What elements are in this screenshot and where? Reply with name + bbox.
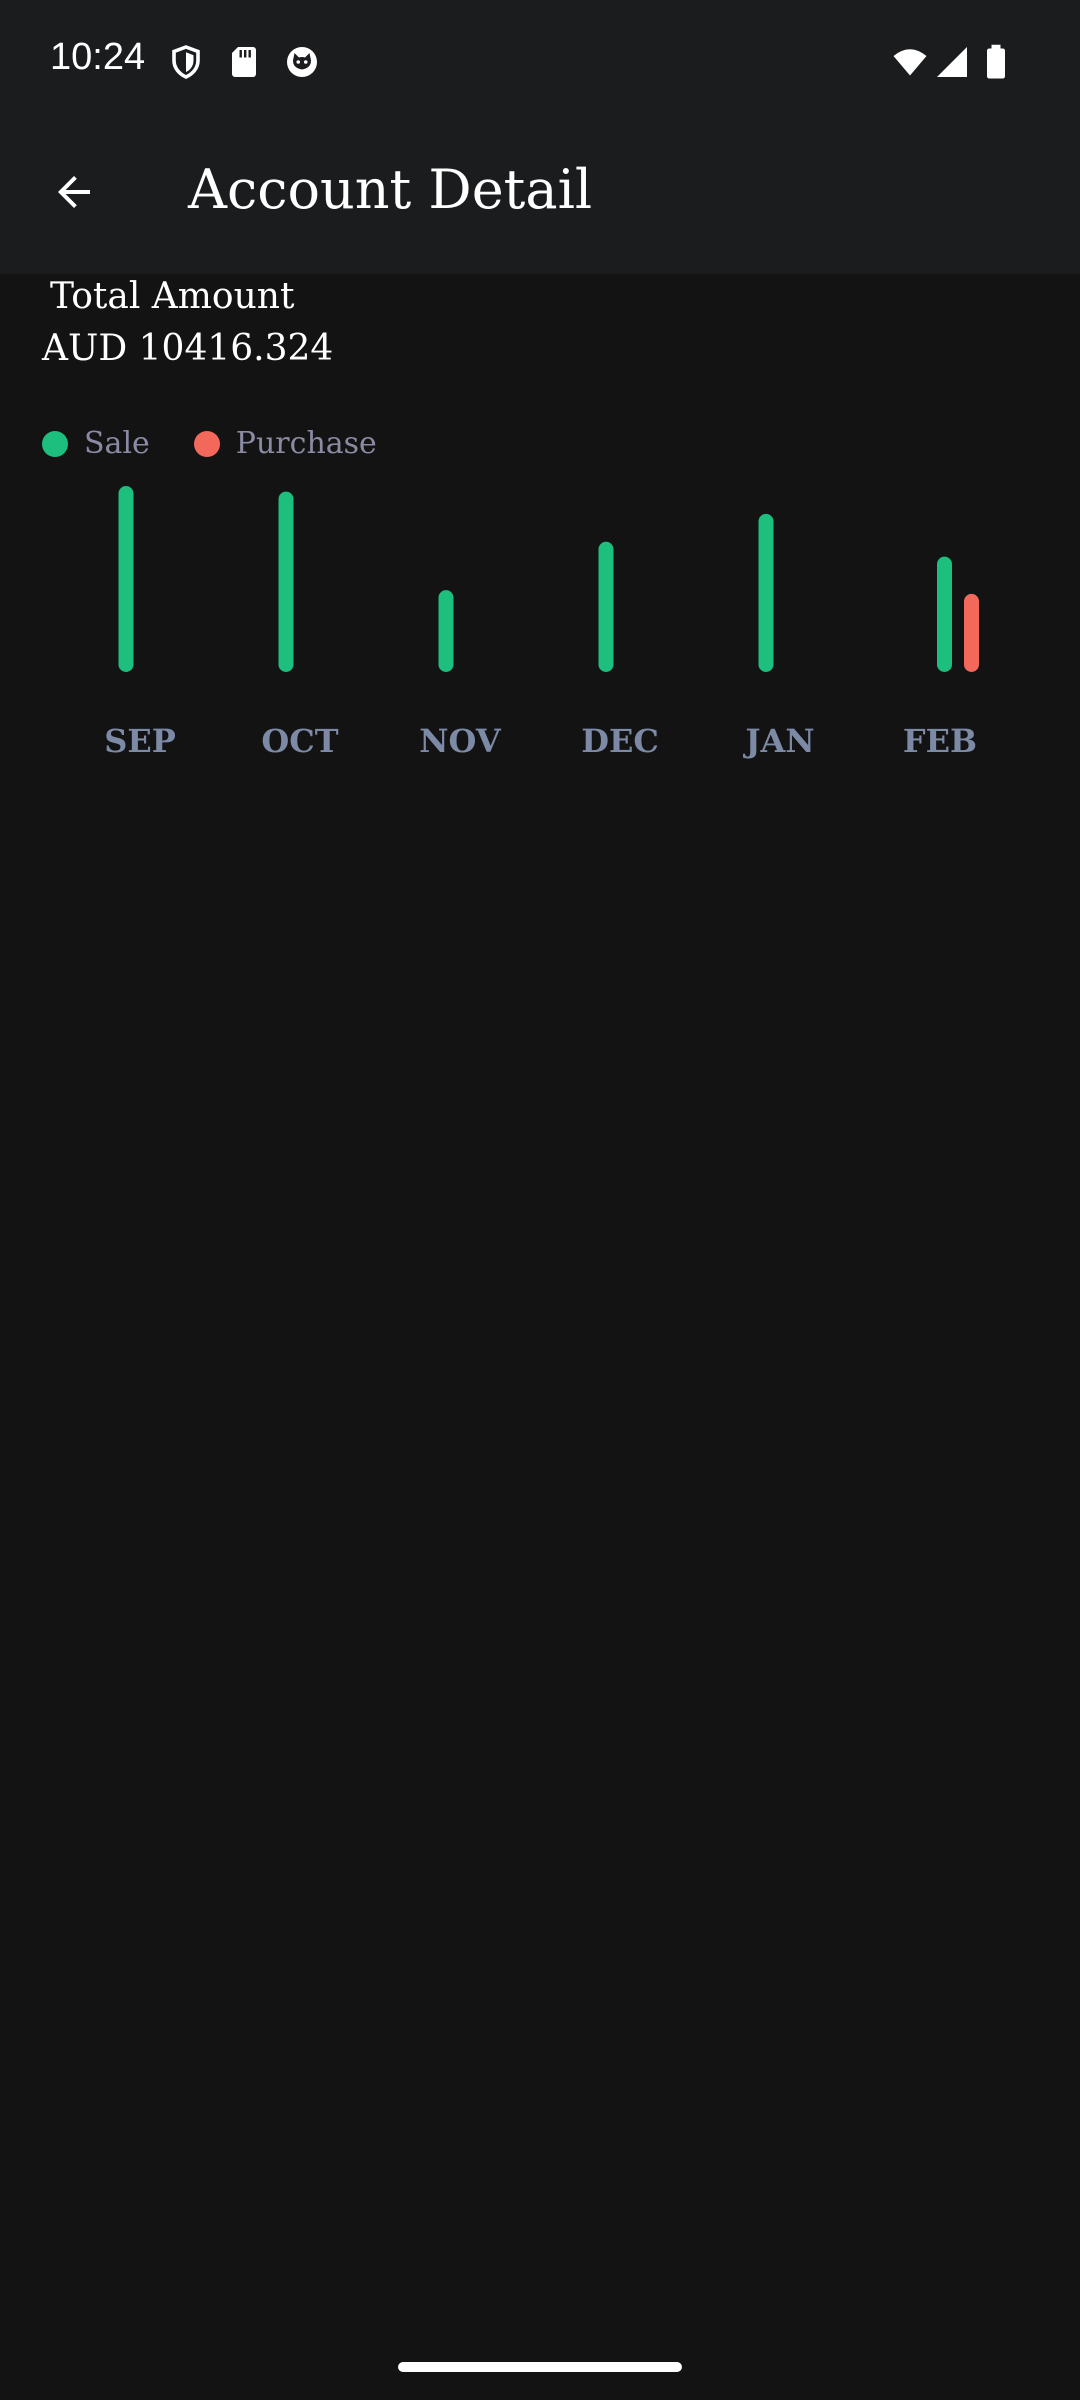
legend-label-sale: Sale [84, 426, 150, 461]
total-amount-label: Total Amount [50, 276, 295, 317]
wifi-icon [890, 44, 930, 80]
signal-icon [934, 44, 970, 80]
bar-sale-jan[interactable] [758, 513, 774, 672]
x-tick-label: DEC [581, 722, 659, 760]
legend-item-purchase[interactable]: Purchase [193, 426, 377, 461]
app-bar: Account Detail [0, 128, 1080, 274]
chart-legend: Sale Purchase [42, 424, 421, 464]
x-tick-label: OCT [261, 722, 338, 760]
page-title: Account Detail [188, 158, 593, 221]
total-amount-value: AUD 10416.324 [42, 328, 334, 369]
cat-face-icon [284, 44, 320, 80]
sd-card-icon [226, 44, 262, 80]
x-tick-label: FEB [903, 722, 977, 760]
x-tick-label: JAN [742, 722, 814, 760]
status-time: 10:24 [50, 36, 146, 78]
home-indicator[interactable] [398, 2362, 682, 2372]
shield-icon [168, 44, 204, 80]
monthly-bar-chart: SEP OCT NOV DEC JAN FEB [104, 486, 979, 760]
legend-dot-sale [42, 431, 68, 457]
legend-dot-purchase [193, 431, 220, 457]
x-tick-label: SEP [104, 722, 176, 760]
battery-icon [982, 44, 1010, 80]
legend-item-sale[interactable]: Sale [42, 429, 150, 459]
legend-label-purchase: Purchase [235, 426, 377, 461]
bar-sale-feb[interactable] [937, 556, 952, 672]
back-button[interactable] [38, 158, 110, 230]
bar-sale-oct[interactable] [278, 491, 294, 672]
bar-sale-dec[interactable] [598, 541, 614, 672]
bar-sale-sep[interactable] [118, 486, 134, 672]
x-tick-label: NOV [419, 722, 502, 760]
bar-sale-nov[interactable] [438, 590, 454, 672]
status-bar: 10:24 [0, 0, 1080, 128]
arrow-back-icon [50, 168, 98, 220]
bar-purchase-feb[interactable] [964, 593, 979, 672]
navigation-bar [0, 2336, 1080, 2400]
